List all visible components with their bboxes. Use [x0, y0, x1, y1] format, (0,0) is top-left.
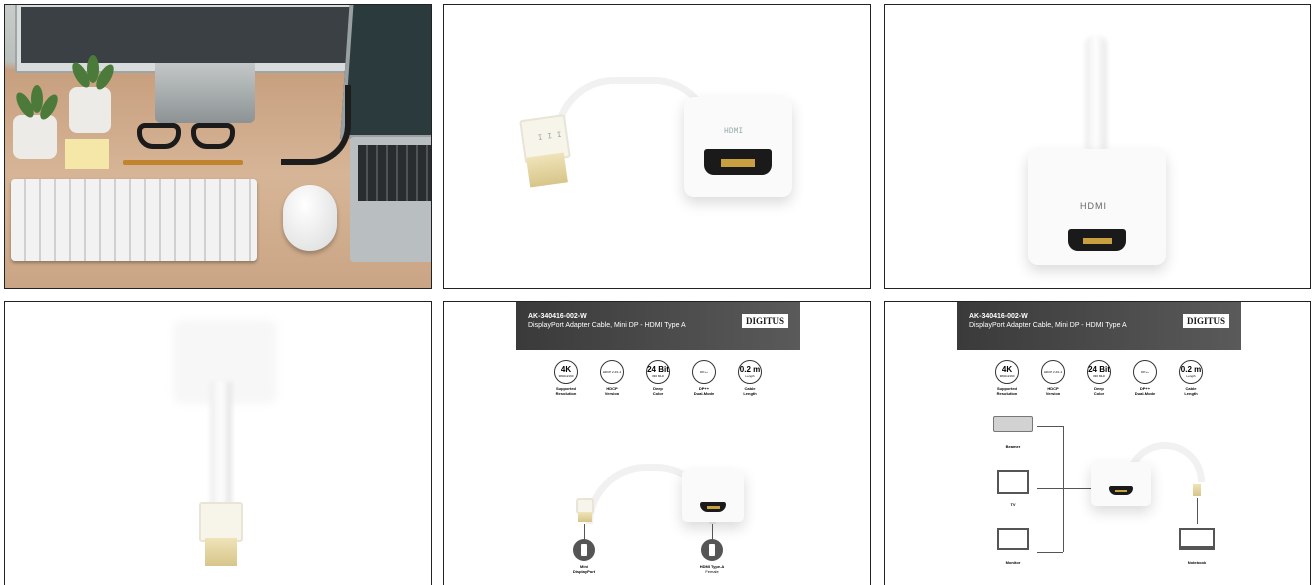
device-label-notebook: Notebook — [1187, 560, 1207, 565]
datasheet-header: AK-340416-002-W DisplayPort Adapter Cabl… — [957, 302, 1241, 350]
feature-hdcp: HDCP 2.2/1.4 HDCP Version — [595, 360, 629, 396]
cable — [210, 382, 232, 512]
device-label-beamer: Beamer — [1005, 444, 1021, 449]
mini-dp-plug — [1193, 484, 1201, 496]
monitor-icon — [997, 528, 1029, 550]
mini-dp-plug — [205, 538, 237, 566]
feature-dual-mode: DP++ DP++ Dual-Mode — [687, 360, 721, 396]
hdmi-housing — [682, 470, 744, 522]
notebook-icon — [1179, 528, 1215, 550]
gallery-image-adapter[interactable]: I I I HDMI — [443, 4, 871, 289]
adapter-cable — [281, 85, 351, 165]
mini-dp-plug — [526, 152, 568, 188]
plant-pot — [69, 87, 111, 133]
hdmi-port — [1068, 229, 1126, 251]
brand-logo: DIGITUS — [741, 314, 788, 328]
cable — [1085, 35, 1107, 155]
datasheet: AK-340416-002-W DisplayPort Adapter Cabl… — [957, 302, 1241, 585]
hdmi-housing — [1091, 462, 1151, 506]
mini-dp-plug — [578, 512, 592, 522]
hdmi-housing: HDMI — [1028, 149, 1166, 265]
feature-dual-mode: DP++ DP++ Dual-Mode — [1128, 360, 1162, 396]
brand-logo: DIGITUS — [1182, 314, 1229, 328]
keyboard — [11, 179, 257, 261]
feature-deep-color: 24 Bit 330 MHz Deep Color — [641, 360, 675, 396]
gallery-image-desk[interactable] — [4, 4, 432, 289]
mouse — [283, 185, 337, 251]
laptop-keyboard — [350, 137, 431, 262]
feature-cable-length: 0.2 m Length Cable Length — [1174, 360, 1208, 396]
gallery-image-datasheet[interactable]: AK-340416-002-W DisplayPort Adapter Cabl… — [443, 301, 871, 585]
hdmi-housing: HDMI — [684, 97, 792, 197]
monitor-stand — [155, 63, 255, 123]
mini-displayport-icon — [573, 539, 595, 561]
feature-resolution: 4K 3840x2160 Supported Resolution — [549, 360, 583, 396]
desk-photo — [5, 5, 431, 288]
laptop-screen — [340, 5, 431, 139]
connector-label-left: Mini DisplayPort — [572, 564, 596, 574]
feature-resolution: 4K 3840x2160 Supported Resolution — [990, 360, 1024, 396]
tv-icon — [997, 470, 1029, 494]
device-label-monitor: Monitor — [1005, 560, 1021, 565]
glasses — [137, 123, 241, 153]
gallery-image-mdp-front[interactable] — [4, 301, 432, 585]
connector-label-right: HDMI Type-A Female — [699, 564, 725, 574]
mini-dp-housing — [199, 502, 243, 542]
device-label-tv: TV — [1010, 502, 1016, 507]
hdmi-port — [704, 149, 772, 175]
product-image-gallery: I I I HDMI HDMI AK-340416-002-W DisplayP… — [0, 0, 1313, 585]
feature-hdcp: HDCP 2.2/1.4 HDCP Version — [1036, 360, 1070, 396]
feature-cable-length: 0.2 m Length Cable Length — [733, 360, 767, 396]
datasheet: AK-340416-002-W DisplayPort Adapter Cabl… — [516, 302, 800, 585]
pencil — [123, 160, 243, 165]
hdmi-connector-icon — [701, 539, 723, 561]
beamer-icon — [993, 416, 1033, 432]
gallery-image-diagram[interactable]: AK-340416-002-W DisplayPort Adapter Cabl… — [884, 301, 1311, 585]
feature-deep-color: 24 Bit 330 MHz Deep Color — [1082, 360, 1116, 396]
feature-icons: 4K 3840x2160 Supported Resolution HDCP 2.2… — [957, 360, 1241, 396]
datasheet-header: AK-340416-002-W DisplayPort Adapter Cabl… — [516, 302, 800, 350]
sticky-notes — [65, 139, 109, 169]
feature-icons: 4K 3840x2160 Supported Resolution HDCP 2.2… — [516, 360, 800, 396]
gallery-image-hdmi-front[interactable]: HDMI — [884, 4, 1311, 289]
plant-pot — [13, 115, 57, 159]
